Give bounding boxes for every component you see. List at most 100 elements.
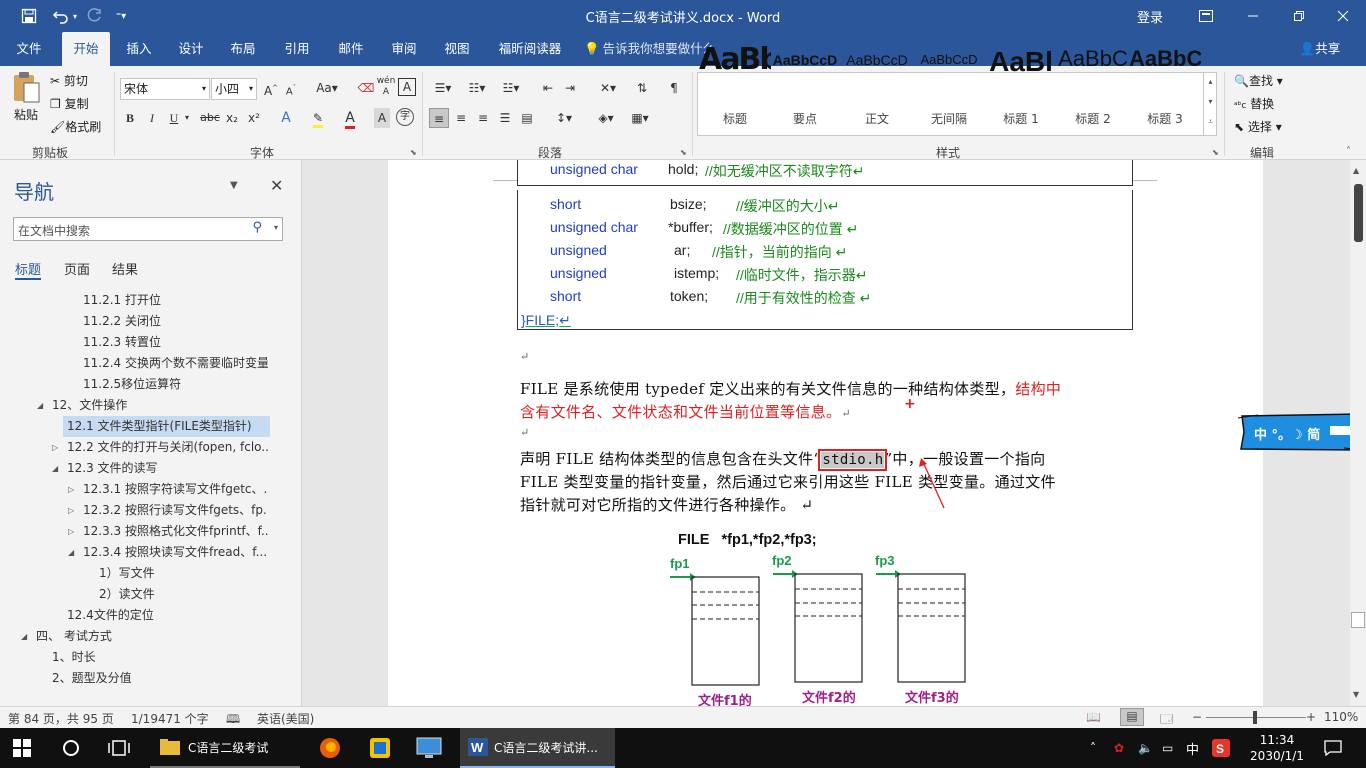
remote-desktop-icon[interactable] (416, 728, 442, 768)
highlighted-text[interactable]: stdio.h (818, 449, 888, 471)
tab-foxit-reader[interactable]: 福昕阅读器 (490, 32, 570, 66)
ribbon-display-options-icon[interactable] (1186, 0, 1226, 32)
paragraph-dialog-launcher-icon[interactable]: ⬊ (680, 148, 687, 157)
style-6[interactable]: AaBbC 标题 3 (1129, 46, 1201, 166)
styles-dialog-launcher-icon[interactable]: ⬊ (1212, 148, 1219, 157)
task-view-icon[interactable] (108, 728, 130, 768)
vertical-scrollbar[interactable]: ▲ ▼ (1350, 160, 1366, 706)
chevron-down-icon[interactable]: ▾ (274, 223, 278, 232)
nav-heading-item[interactable]: ▷ 12.3.2 按照行读写文件fgets、fp... (0, 500, 300, 521)
search-icon[interactable]: ⚲ (252, 220, 262, 235)
highlight-color-icon[interactable]: ✎ (308, 108, 328, 128)
close-window-icon[interactable] (1320, 0, 1366, 32)
increase-indent-icon[interactable]: ⇥ (560, 78, 580, 98)
close-icon[interactable]: ✕ (270, 176, 283, 195)
nav-tab-pages[interactable]: 页面 (64, 259, 90, 278)
login-link[interactable]: 登录 (1128, 0, 1172, 32)
collapse-arrow-icon[interactable]: ◢ (52, 458, 58, 479)
distributed-icon[interactable]: ▤ (517, 108, 537, 128)
character-shading-button[interactable]: A (374, 108, 390, 128)
cut-button[interactable]: ✂ 剪切 (50, 72, 88, 89)
share-button[interactable]: 👤共享 (1290, 32, 1350, 66)
tab-layout[interactable]: 布局 (222, 32, 264, 66)
nav-heading-item[interactable]: ◢ 12.3 文件的读写 (0, 458, 300, 479)
tab-references[interactable]: 引用 (276, 32, 318, 66)
tab-mailings[interactable]: 邮件 (330, 32, 372, 66)
expand-arrow-icon[interactable]: ▷ (68, 500, 74, 521)
tab-file[interactable]: 文件 (8, 32, 50, 66)
nav-heading-item[interactable]: 2、题型及分值 (0, 668, 300, 689)
line-spacing-icon[interactable]: ↕▾ (550, 108, 578, 128)
find-button[interactable]: 🔍查找 ▾ (1234, 72, 1283, 89)
style-4[interactable]: AaBl 标题 1 (985, 46, 1057, 166)
clear-formatting-icon[interactable]: ⌫ (356, 78, 376, 98)
select-button[interactable]: ⬉ 选择 ▾ (1234, 118, 1282, 135)
underline-button[interactable]: U (164, 108, 184, 128)
chinese-layout-icon[interactable]: ✕▾ (594, 78, 622, 98)
superscript-button[interactable]: x² (244, 108, 264, 128)
expand-arrow-icon[interactable]: ▷ (52, 437, 58, 458)
zoom-out-icon[interactable]: − (1192, 710, 1202, 724)
network-icon[interactable]: ▭ (1162, 728, 1173, 768)
scroll-up-icon[interactable]: ▲ (1353, 166, 1359, 175)
numbering-icon[interactable]: ☷▾ (464, 78, 490, 98)
tray-app-icon[interactable]: ✿ (1114, 728, 1124, 768)
align-right-icon[interactable]: ≡ (473, 108, 493, 128)
collapse-arrow-icon[interactable]: ◢ (37, 395, 43, 416)
nav-heading-item[interactable]: ◢ 四、 考试方式 (0, 626, 300, 647)
zoom-slider-thumb[interactable] (1253, 711, 1257, 724)
multilevel-list-icon[interactable]: ☳▾ (498, 78, 524, 98)
page-count[interactable]: 第 84 页，共 95 页 (8, 710, 114, 727)
font-color-button[interactable]: A (340, 108, 360, 129)
bullets-icon[interactable]: ☰▾ (430, 78, 456, 98)
tab-review[interactable]: 审阅 (383, 32, 425, 66)
strikethrough-button[interactable]: abc (198, 108, 222, 128)
character-border-button[interactable]: A (398, 78, 416, 96)
expand-arrow-icon[interactable]: ▷ (68, 521, 74, 542)
shading-icon[interactable]: ◈▾ (592, 108, 620, 128)
bold-button[interactable]: B (120, 108, 140, 128)
scroll-thumb[interactable] (1354, 184, 1363, 242)
show-marks-icon[interactable]: ¶ (664, 78, 684, 98)
nav-heading-item[interactable]: ▷ 12.2 文件的打开与关闭(fopen, fclo... (0, 437, 300, 458)
clock[interactable]: 11:34 2030/1/1 (1244, 728, 1310, 768)
styles-scroll[interactable]: ▴ ▾ ⩡ (1203, 72, 1217, 136)
replace-button[interactable]: ᵃᵇc 替换 (1234, 95, 1274, 112)
tab-insert[interactable]: 插入 (118, 32, 160, 66)
document-page[interactable]: unsigned char hold; //如无缓冲区不读取字符↵ short b… (388, 160, 1263, 709)
app-icon-yellow[interactable] (368, 728, 392, 768)
nav-heading-item[interactable]: ◢ 12.3.4 按照块读写文件fread、f... (0, 542, 300, 563)
nav-tab-headings[interactable]: 标题 (15, 259, 41, 278)
windows-start-icon[interactable] (12, 728, 32, 768)
sort-icon[interactable]: ⇅ (630, 78, 654, 98)
style-3[interactable]: AaBbCcD 无间隔 (913, 52, 985, 166)
read-mode-icon[interactable]: 📖 (1086, 710, 1101, 724)
nav-heading-item[interactable]: 12.1 文件类型指针(FILE类型指针) (0, 416, 300, 437)
collapse-ribbon-icon[interactable]: ˄ (1346, 146, 1351, 157)
align-center-icon[interactable]: ≡ (451, 108, 471, 128)
cortana-search-icon[interactable] (62, 728, 80, 768)
taskbar-app-word[interactable]: W C语言二级考试讲... (460, 728, 615, 768)
print-layout-icon[interactable]: ▤ (1120, 708, 1144, 726)
subscript-button[interactable]: x₂ (222, 108, 242, 128)
zoom-in-icon[interactable]: + (1306, 710, 1316, 724)
nav-heading-item[interactable]: 1）写文件 (0, 563, 300, 584)
style-1[interactable]: AaBbCcD 要点 (769, 52, 841, 166)
enclose-characters-button[interactable]: 字 (396, 108, 414, 126)
italic-button[interactable]: I (142, 108, 162, 128)
paste-button[interactable]: 粘贴 (8, 70, 44, 126)
taskbar-app-folder[interactable]: C语言二级考试 (150, 728, 300, 768)
nav-heading-item[interactable]: 11.2.5移位运算符 (0, 374, 300, 395)
phonetic-guide-button[interactable]: wén A (376, 76, 396, 97)
style-5[interactable]: AaBbC 标题 2 (1057, 46, 1129, 166)
collapse-arrow-icon[interactable]: ◢ (21, 626, 27, 647)
justify-icon[interactable]: ☰ (495, 108, 515, 128)
font-name-combo[interactable]: 宋体 ▾ (120, 78, 210, 100)
nav-heading-item[interactable]: 11.2.4 交换两个数不需要临时变量 (0, 353, 300, 374)
language[interactable]: 英语(美国) (257, 710, 314, 727)
action-center-icon[interactable] (1324, 728, 1342, 768)
decrease-indent-icon[interactable]: ⇤ (538, 78, 558, 98)
grow-font-button[interactable]: A^ (262, 78, 280, 98)
shrink-font-button[interactable]: Aˇ (282, 78, 300, 98)
zoom-level[interactable]: 110% (1324, 710, 1358, 724)
